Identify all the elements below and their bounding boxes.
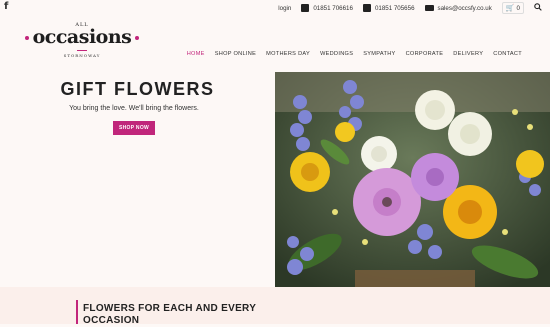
shop-now-button[interactable]: SHOP NOW <box>113 121 155 135</box>
section-title: FLOWERS FOR EACH AND EVERY OCCASION <box>83 303 383 327</box>
phone-2[interactable]: 01851 705656 <box>362 4 415 12</box>
mail-icon <box>424 5 434 11</box>
logo-main-text: occasions <box>32 26 132 48</box>
facebook-icon[interactable]: f <box>4 1 8 12</box>
email-text: sales@occsfy.co.uk <box>437 4 492 12</box>
email-link[interactable]: sales@occsfy.co.uk <box>424 4 492 12</box>
cart-button[interactable]: 🛒 0 <box>501 2 524 14</box>
logo-wordmark: occasions <box>25 26 139 48</box>
site-logo[interactable]: ALL occasions STORNOWAY <box>25 22 139 62</box>
nav-sympathy[interactable]: SYMPATHY <box>363 51 395 57</box>
phone-1[interactable]: 01851 706616 <box>301 4 353 12</box>
section-title-line2: OCCASION <box>83 315 140 326</box>
cart-count: 0 <box>516 4 520 12</box>
logo-dot-right <box>135 36 139 40</box>
search-icon[interactable] <box>534 3 542 13</box>
phone-icon <box>362 4 371 12</box>
cart-icon: 🛒 <box>505 5 515 12</box>
logo-town-text: STORNOWAY <box>63 53 101 58</box>
top-contact-bar: login 01851 706616 01851 705656 sales@oc… <box>268 2 542 14</box>
nav-contact[interactable]: CONTACT <box>493 51 522 57</box>
nav-corporate[interactable]: CORPORATE <box>406 51 444 57</box>
hero-flower-image <box>275 72 550 287</box>
section-accent-bar <box>76 300 78 324</box>
nav-home[interactable]: HOME <box>187 51 205 57</box>
section-title-line1: FLOWERS FOR EACH AND EVERY <box>83 303 257 314</box>
logo-dot-left <box>25 36 29 40</box>
main-nav: HOME SHOP ONLINE MOTHERS DAY WEDDINGS SY… <box>177 51 522 57</box>
phone-1-text: 01851 706616 <box>313 4 353 12</box>
hero-title: GIFT FLOWERS <box>60 79 215 99</box>
logo-rule <box>77 50 87 51</box>
top-bar: f login 01851 706616 01851 705656 sales@… <box>0 0 550 14</box>
nav-weddings[interactable]: WEDDINGS <box>320 51 353 57</box>
nav-shop-online[interactable]: SHOP ONLINE <box>215 51 256 57</box>
nav-delivery[interactable]: DELIVERY <box>453 51 483 57</box>
phone-2-text: 01851 705656 <box>374 4 415 12</box>
hero-subtitle: You bring the love. We'll bring the flow… <box>69 105 199 112</box>
phone-icon <box>301 4 310 12</box>
nav-mothers-day[interactable]: MOTHERS DAY <box>266 51 310 57</box>
login-link[interactable]: login <box>278 5 291 12</box>
